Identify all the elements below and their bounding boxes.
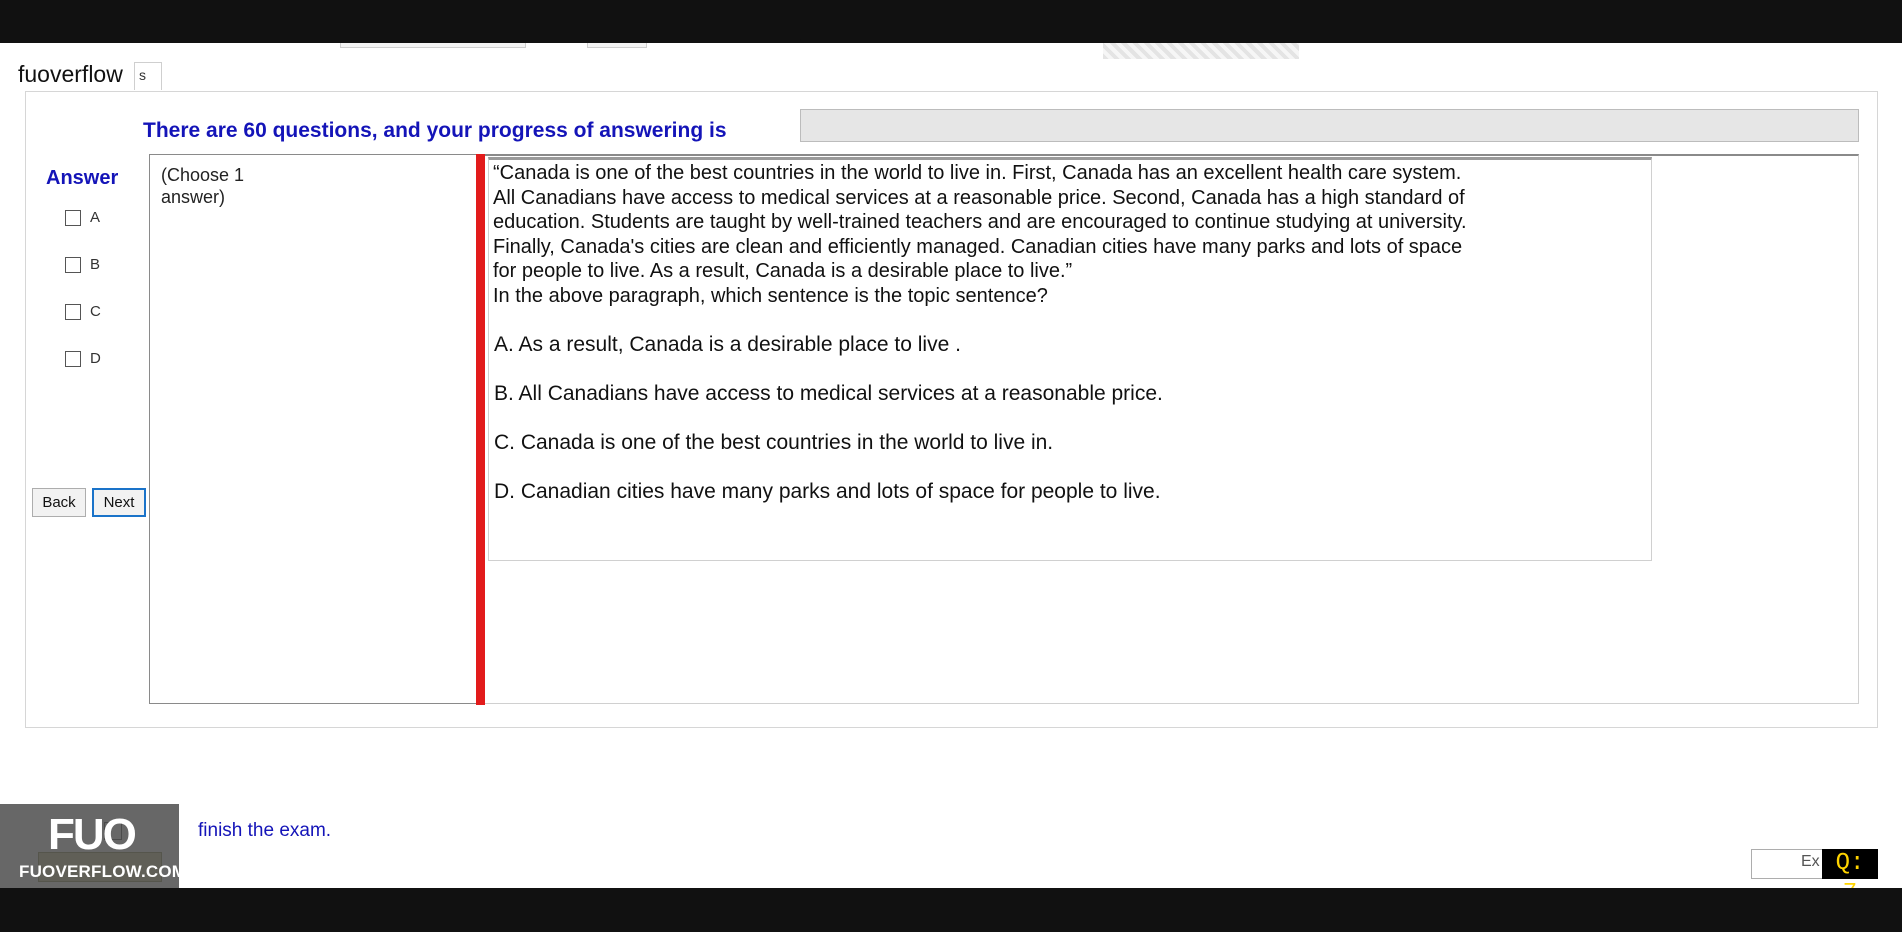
passage-line: “Canada is one of the best countries in …	[493, 162, 1462, 184]
logo-mark: FUO	[48, 810, 137, 859]
instruction-text: (Choose 1 answer)	[161, 165, 245, 207]
choice-d: D. Canadian cities have many parks and l…	[494, 480, 1161, 503]
choice-a: A. As a result, Canada is a desirable pl…	[494, 333, 961, 356]
finish-label: finish the exam.	[198, 820, 332, 841]
question-passage: “Canada is one of the best countries in …	[493, 161, 1643, 308]
bottom-black-bar	[0, 888, 1902, 932]
back-button[interactable]: Back	[32, 488, 86, 517]
choice-c: C. Canada is one of the best countries i…	[494, 431, 1054, 454]
checkbox[interactable]	[65, 350, 81, 367]
exit-label: Ex	[1801, 853, 1820, 870]
fuoverflow-logo: FUO FUOVERFLOW.COM	[0, 804, 186, 888]
passage-line: Finally, Canada's cities are clean and e…	[493, 235, 1463, 258]
progress-bar	[800, 109, 1859, 142]
option-label: B	[90, 256, 101, 273]
answer-title: Answer	[46, 167, 119, 189]
top-black-bar	[0, 0, 1902, 43]
checkbox[interactable]	[65, 209, 81, 226]
top-control-fragment	[340, 43, 526, 48]
passage-line: education. Students are taught by well-t…	[493, 211, 1467, 233]
answer-option-a[interactable]: A	[65, 209, 100, 226]
option-label: D	[90, 350, 101, 367]
answer-option-c[interactable]: C	[65, 303, 101, 320]
next-button[interactable]: Next	[92, 488, 146, 517]
passage-line: for people to live. As a result, Canada …	[493, 260, 1073, 282]
option-label: C	[90, 303, 101, 320]
answer-option-b[interactable]: B	[65, 256, 100, 273]
question-prompt: In the above paragraph, which sentence i…	[493, 284, 1048, 307]
progress-label: There are 60 questions, and your progres…	[143, 119, 727, 142]
panel-divider[interactable]	[476, 154, 485, 705]
logo-text: FUOVERFLOW.COM	[19, 862, 187, 881]
top-pattern-fragment	[1103, 43, 1299, 59]
tab-questions[interactable]: s	[134, 62, 162, 90]
checkbox[interactable]	[65, 256, 81, 273]
question-counter: Q: 7	[1822, 849, 1878, 907]
passage-line: All Canadians have access to medical ser…	[493, 186, 1465, 209]
top-control-fragment	[587, 43, 647, 48]
choice-b: B. All Canadians have access to medical …	[494, 382, 1163, 405]
watermark-text: fuoverflow	[18, 61, 123, 87]
answer-option-d[interactable]: D	[65, 350, 101, 367]
option-label: A	[90, 209, 101, 226]
checkbox[interactable]	[65, 303, 81, 320]
timer-fragment	[800, 33, 980, 43]
instruction-panel	[149, 154, 479, 704]
